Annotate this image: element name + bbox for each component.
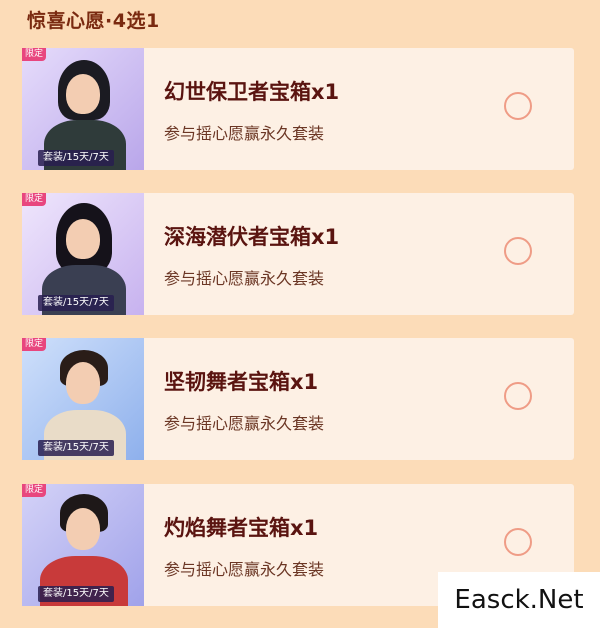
option-title: 幻世保卫者宝箱x1: [164, 80, 340, 104]
limited-badge: 限定: [22, 484, 47, 497]
option-title: 坚韧舞者宝箱x1: [164, 370, 319, 394]
option-desc: 参与摇心愿赢永久套装: [164, 269, 325, 288]
option-title: 灼焰舞者宝箱x1: [164, 516, 319, 540]
site-watermark: Easck.Net: [438, 572, 600, 628]
limited-badge: 限定: [22, 193, 47, 206]
outfit-thumbnail: 限定 套装/15天/7天: [22, 193, 144, 315]
wish-option-card[interactable]: 限定 套装/15天/7天 幻世保卫者宝箱x1 参与摇心愿赢永久套装: [22, 48, 574, 170]
outfit-thumbnail: 限定 套装/15天/7天: [22, 48, 144, 170]
limited-badge: 限定: [22, 48, 47, 61]
outfit-thumbnail: 限定 套装/15天/7天: [22, 338, 144, 460]
duration-tag: 套装/15天/7天: [38, 586, 114, 602]
select-radio[interactable]: [504, 528, 532, 556]
select-radio[interactable]: [504, 92, 532, 120]
select-radio[interactable]: [504, 237, 532, 265]
outfit-thumbnail: 限定 套装/15天/7天: [22, 484, 144, 606]
option-title: 深海潜伏者宝箱x1: [164, 225, 340, 249]
wish-option-card[interactable]: 限定 套装/15天/7天 深海潜伏者宝箱x1 参与摇心愿赢永久套装: [22, 193, 574, 315]
option-desc: 参与摇心愿赢永久套装: [164, 124, 325, 143]
section-title: 惊喜心愿·4选1: [27, 10, 160, 32]
duration-tag: 套装/15天/7天: [38, 295, 114, 311]
limited-badge: 限定: [22, 338, 47, 351]
duration-tag: 套装/15天/7天: [38, 150, 114, 166]
option-desc: 参与摇心愿赢永久套装: [164, 560, 325, 579]
duration-tag: 套装/15天/7天: [38, 440, 114, 456]
option-desc: 参与摇心愿赢永久套装: [164, 414, 325, 433]
wish-option-card[interactable]: 限定 套装/15天/7天 坚韧舞者宝箱x1 参与摇心愿赢永久套装: [22, 338, 574, 460]
select-radio[interactable]: [504, 382, 532, 410]
